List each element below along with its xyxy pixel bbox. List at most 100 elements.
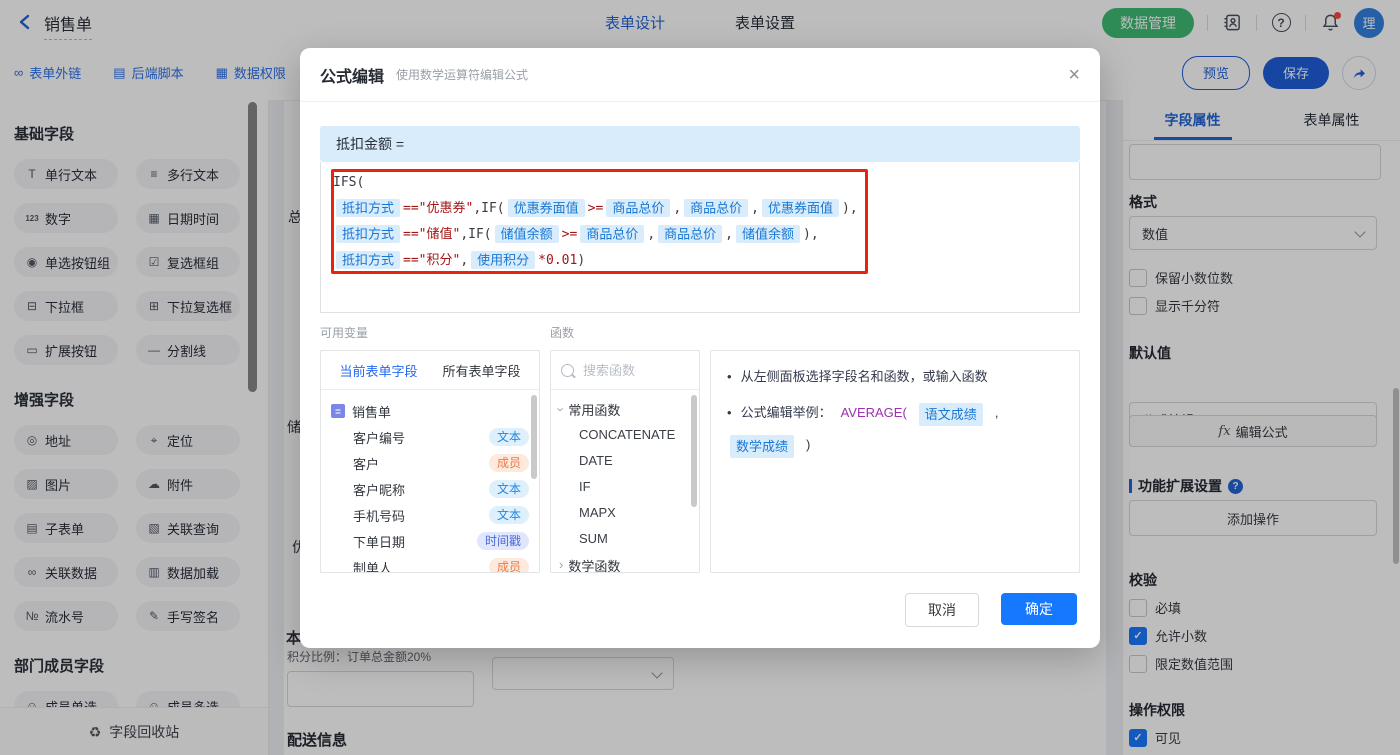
field-type-badge: 文本 xyxy=(489,428,529,446)
field-type-badge: 文本 xyxy=(489,480,529,498)
hint-line-1: • 从左侧面板选择字段名和函数，或输入函数 xyxy=(727,367,1063,387)
field-type-badge: 文本 xyxy=(489,506,529,524)
tab-current-form-fields[interactable]: 当前表单字段 xyxy=(339,361,417,380)
formula-field-chip[interactable]: 商品总价 xyxy=(606,199,670,217)
hint-field-chip: 数学成绩 xyxy=(730,435,794,458)
bullet-icon: • xyxy=(727,367,732,387)
formula-field-chip[interactable]: 储值余额 xyxy=(736,225,800,243)
chevron-icon: › xyxy=(554,407,569,411)
formula-code-token: , xyxy=(460,253,468,268)
close-icon[interactable]: × xyxy=(1068,65,1080,85)
formula-code-token: =="积分" xyxy=(403,253,460,268)
formula-editor-area[interactable]: IFS(抵扣方式=="优惠券",IF(优惠券面值>=商品总价,商品总价,优惠券面… xyxy=(320,162,1080,313)
formula-editor-modal: 公式编辑 使用数学运算符编辑公式 × 抵扣金额 = IFS(抵扣方式=="优惠券… xyxy=(300,48,1100,648)
function-search xyxy=(551,351,699,390)
function-group-name: 数学函数 xyxy=(568,556,620,574)
variable-field-row[interactable]: 客户昵称 文本 xyxy=(331,476,529,502)
variables-panel: 当前表单字段 所有表单字段 ≣ 销售单 客户编号文本客户成员客户昵称文本手机号码… xyxy=(320,350,540,573)
formula-code-token: , xyxy=(725,227,733,242)
variable-field-name: 下单日期 xyxy=(353,532,405,551)
formula-field-chip[interactable]: 商品总价 xyxy=(580,225,644,243)
formula-target-field: 抵扣金额 = xyxy=(320,126,1080,162)
variable-field-row[interactable]: 客户编号 文本 xyxy=(331,424,529,450)
function-item[interactable]: SUM xyxy=(559,526,691,552)
formula-line: 抵扣方式=="优惠券",IF(优惠券面值>=商品总价,商品总价,优惠券面值), xyxy=(333,195,1067,221)
field-type-badge: 成员 xyxy=(489,454,529,472)
variables-tabs: 当前表单字段 所有表单字段 xyxy=(321,351,539,390)
variables-label: 可用变量 xyxy=(320,324,368,341)
variable-field-name: 手机号码 xyxy=(353,506,405,525)
hint-suffix: ) xyxy=(806,435,810,455)
function-group[interactable]: ›常用函数 xyxy=(559,396,691,422)
formula-field-chip[interactable]: 抵扣方式 xyxy=(336,199,400,217)
formula-code-token: ), xyxy=(842,201,858,216)
variables-list: ≣ 销售单 客户编号文本客户成员客户昵称文本手机号码文本下单日期时间戳制单人成员 xyxy=(321,390,539,573)
variable-field-row[interactable]: 客户 成员 xyxy=(331,450,529,476)
function-tree: ›常用函数CONCATENATEDATEIFMAPXSUM›数学函数›文本函数 xyxy=(551,390,699,573)
formula-code-token: , xyxy=(673,201,681,216)
formula-line: 抵扣方式=="储值",IF(储值余额>=商品总价,商品总价,储值余额), xyxy=(333,221,1067,247)
app-root: 销售单 表单设计 表单设置 数据管理 ? 理 xyxy=(0,0,1400,755)
variable-field-name: 客户编号 xyxy=(353,428,405,447)
hint-example-prefix: 公式编辑举例： xyxy=(741,403,832,423)
formula-code-token: *0.01 xyxy=(538,253,577,268)
formula-code-token: >= xyxy=(562,227,578,242)
tab-all-form-fields[interactable]: 所有表单字段 xyxy=(442,361,520,380)
functions-panel: ›常用函数CONCATENATEDATEIFMAPXSUM›数学函数›文本函数 xyxy=(550,350,700,573)
hint-line-2: • 公式编辑举例： AVERAGE( 语文成绩, 数学成绩) xyxy=(727,403,1063,458)
formula-code-token: ,IF( xyxy=(460,227,491,242)
cancel-button[interactable]: 取消 xyxy=(905,593,979,627)
function-group-name: 常用函数 xyxy=(568,400,620,419)
formula-code-token: =="优惠券" xyxy=(403,201,473,216)
field-type-badge: 时间戳 xyxy=(477,532,529,550)
variable-field-row[interactable]: 下单日期 时间戳 xyxy=(331,528,529,554)
formula-field-chip[interactable]: 储值余额 xyxy=(495,225,559,243)
variable-field-name: 客户 xyxy=(353,454,379,473)
formula-field-chip[interactable]: 使用积分 xyxy=(471,251,535,269)
formula-field-chip[interactable]: 优惠券面值 xyxy=(508,199,585,217)
formula-field-chip[interactable]: 商品总价 xyxy=(658,225,722,243)
formula-field-chip[interactable]: 抵扣方式 xyxy=(336,225,400,243)
bullet-icon: • xyxy=(727,403,732,423)
functions-label: 函数 xyxy=(550,324,574,341)
hint-field-chip: 语文成绩 xyxy=(919,403,983,426)
formula-field-chip[interactable]: 商品总价 xyxy=(684,199,748,217)
variable-field-name: 客户昵称 xyxy=(353,480,405,499)
function-item[interactable]: IF xyxy=(559,474,691,500)
field-type-badge: 成员 xyxy=(489,558,529,573)
formula-field-chip[interactable]: 优惠券面值 xyxy=(762,199,839,217)
formula-code-token: IFS( xyxy=(333,175,364,190)
function-item[interactable]: CONCATENATE xyxy=(559,422,691,448)
hint-separator: , xyxy=(995,403,999,423)
formula-line: IFS( xyxy=(333,170,1067,195)
form-node[interactable]: ≣ 销售单 xyxy=(331,398,529,424)
search-icon xyxy=(561,364,574,377)
formula-code-token: ) xyxy=(577,253,585,268)
formula-code-token: ), xyxy=(803,227,819,242)
formula-code-token: ,IF( xyxy=(473,201,504,216)
function-group[interactable]: › 数学函数 xyxy=(559,552,691,573)
modal-header: 公式编辑 使用数学运算符编辑公式 × xyxy=(300,48,1100,102)
confirm-button[interactable]: 确定 xyxy=(1001,593,1077,625)
functions-scrollbar[interactable] xyxy=(691,395,697,507)
formula-code-token: , xyxy=(751,201,759,216)
variable-field-row[interactable]: 制单人 成员 xyxy=(331,554,529,573)
form-doc-icon: ≣ xyxy=(331,404,345,418)
function-item[interactable]: DATE xyxy=(559,448,691,474)
hints-panel: • 从左侧面板选择字段名和函数，或输入函数 • 公式编辑举例： AVERAGE( 语… xyxy=(710,350,1080,573)
variable-field-name: 制单人 xyxy=(353,558,392,574)
function-search-input[interactable] xyxy=(581,362,675,379)
modal-subtitle: 使用数学运算符编辑公式 xyxy=(396,66,528,83)
hint-text: 从左侧面板选择字段名和函数，或输入函数 xyxy=(741,367,988,387)
form-node-name: 销售单 xyxy=(352,402,391,421)
modal-title: 公式编辑 xyxy=(320,63,384,87)
variables-scrollbar[interactable] xyxy=(531,395,537,479)
formula-line: 抵扣方式=="积分",使用积分*0.01) xyxy=(333,247,1067,273)
function-item[interactable]: MAPX xyxy=(559,500,691,526)
variable-field-row[interactable]: 手机号码 文本 xyxy=(331,502,529,528)
chevron-icon: › xyxy=(559,557,563,572)
formula-code-token: >= xyxy=(588,201,604,216)
formula-code-token: =="储值" xyxy=(403,227,460,242)
hint-function-name: AVERAGE( xyxy=(841,403,907,423)
formula-field-chip[interactable]: 抵扣方式 xyxy=(336,251,400,269)
